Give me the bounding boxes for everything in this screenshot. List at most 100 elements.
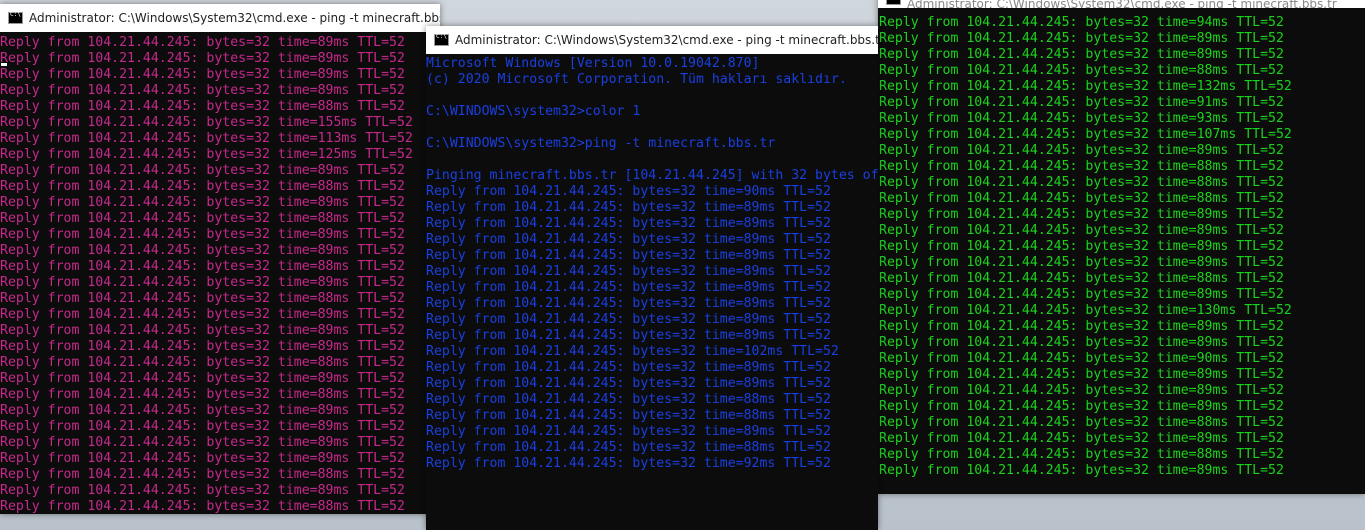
terminal-line: Reply from 104.21.44.245: bytes=32 time=…	[879, 287, 1284, 302]
terminal-line: Reply from 104.21.44.245: bytes=32 time=…	[0, 99, 405, 114]
cmd-window-left[interactable]: Administrator: C:\Windows\System32\cmd.e…	[0, 4, 440, 514]
terminal-line: Reply from 104.21.44.245: bytes=32 time=…	[426, 216, 831, 231]
window-titlebar[interactable]: Administrator: C:\Windows\System32\cmd.e…	[0, 4, 440, 32]
cmd-icon	[434, 33, 449, 46]
cmd-icon	[8, 11, 23, 24]
terminal-line: Reply from 104.21.44.245: bytes=32 time=…	[0, 307, 405, 322]
terminal-line: Reply from 104.21.44.245: bytes=32 time=…	[879, 319, 1284, 334]
terminal-line: Reply from 104.21.44.245: bytes=32 time=…	[879, 79, 1292, 94]
terminal-line: Reply from 104.21.44.245: bytes=32 time=…	[0, 147, 413, 162]
terminal-line: Reply from 104.21.44.245: bytes=32 time=…	[879, 399, 1284, 414]
window-title: Administrator: C:\Windows\System32\cmd.e…	[455, 33, 878, 47]
terminal-line: Reply from 104.21.44.245: bytes=32 time=…	[879, 63, 1284, 78]
terminal-line: Reply from 104.21.44.245: bytes=32 time=…	[0, 467, 405, 482]
terminal-line: Reply from 104.21.44.245: bytes=32 time=…	[879, 47, 1284, 62]
terminal-line: Pinging minecraft.bbs.tr [104.21.44.245]…	[426, 168, 878, 183]
terminal-line: Reply from 104.21.44.245: bytes=32 time=…	[426, 184, 831, 199]
terminal-line: Reply from 104.21.44.245: bytes=32 time=…	[0, 371, 405, 386]
terminal-line: Reply from 104.21.44.245: bytes=32 time=…	[879, 383, 1284, 398]
terminal-line: Reply from 104.21.44.245: bytes=32 time=…	[426, 344, 839, 359]
terminal-line: Reply from 104.21.44.245: bytes=32 time=…	[879, 351, 1284, 366]
terminal-line: Reply from 104.21.44.245: bytes=32 time=…	[879, 431, 1284, 446]
terminal-line: Reply from 104.21.44.245: bytes=32 time=…	[0, 323, 405, 338]
terminal-line: Reply from 104.21.44.245: bytes=32 time=…	[426, 280, 831, 295]
terminal-line: C:\WINDOWS\system32>ping -t minecraft.bb…	[426, 136, 776, 151]
terminal-line: Reply from 104.21.44.245: bytes=32 time=…	[0, 435, 405, 450]
terminal-line: Reply from 104.21.44.245: bytes=32 time=…	[426, 360, 831, 375]
terminal-line: Reply from 104.21.44.245: bytes=32 time=…	[426, 328, 831, 343]
terminal-line: C:\WINDOWS\system32>color 1	[426, 104, 641, 119]
terminal-line: Reply from 104.21.44.245: bytes=32 time=…	[0, 163, 405, 178]
terminal-line: Reply from 104.21.44.245: bytes=32 time=…	[426, 408, 831, 423]
terminal-line: Reply from 104.21.44.245: bytes=32 time=…	[879, 159, 1284, 174]
terminal-line: Reply from 104.21.44.245: bytes=32 time=…	[0, 387, 405, 402]
terminal-line: Reply from 104.21.44.245: bytes=32 time=…	[0, 339, 405, 354]
terminal-line: Reply from 104.21.44.245: bytes=32 time=…	[426, 312, 831, 327]
terminal-line: Reply from 104.21.44.245: bytes=32 time=…	[426, 456, 831, 471]
terminal-line: Reply from 104.21.44.245: bytes=32 time=…	[879, 127, 1292, 142]
terminal-output[interactable]: Microsoft Windows [Version 10.0.19042.87…	[426, 56, 878, 472]
terminal-line: Reply from 104.21.44.245: bytes=32 time=…	[0, 275, 405, 290]
terminal-line: (c) 2020 Microsoft Corporation. Tüm hakl…	[426, 72, 847, 87]
terminal-line: Reply from 104.21.44.245: bytes=32 time=…	[0, 451, 405, 466]
terminal-line: Reply from 104.21.44.245: bytes=32 time=…	[879, 111, 1284, 126]
terminal-line: Microsoft Windows [Version 10.0.19042.87…	[426, 56, 760, 71]
terminal-line: Reply from 104.21.44.245: bytes=32 time=…	[426, 440, 831, 455]
terminal-line: Reply from 104.21.44.245: bytes=32 time=…	[426, 232, 831, 247]
terminal-line: Reply from 104.21.44.245: bytes=32 time=…	[879, 447, 1284, 462]
terminal-line: Reply from 104.21.44.245: bytes=32 time=…	[879, 31, 1284, 46]
terminal-line: Reply from 104.21.44.245: bytes=32 time=…	[426, 376, 831, 391]
terminal-line: Reply from 104.21.44.245: bytes=32 time=…	[0, 355, 405, 370]
terminal-line: Reply from 104.21.44.245: bytes=32 time=…	[0, 291, 405, 306]
terminal-line: Reply from 104.21.44.245: bytes=32 time=…	[0, 499, 405, 514]
terminal-line: Reply from 104.21.44.245: bytes=32 time=…	[0, 131, 413, 146]
terminal-line: Reply from 104.21.44.245: bytes=32 time=…	[0, 67, 405, 82]
terminal-line: Reply from 104.21.44.245: bytes=32 time=…	[426, 200, 831, 215]
terminal-line: Reply from 104.21.44.245: bytes=32 time=…	[0, 483, 405, 498]
terminal-line: Reply from 104.21.44.245: bytes=32 time=…	[879, 367, 1284, 382]
terminal-line: Reply from 104.21.44.245: bytes=32 time=…	[879, 191, 1284, 206]
terminal-line: Reply from 104.21.44.245: bytes=32 time=…	[879, 255, 1284, 270]
terminal-line: Reply from 104.21.44.245: bytes=32 time=…	[879, 239, 1284, 254]
terminal-line: Reply from 104.21.44.245: bytes=32 time=…	[426, 392, 831, 407]
terminal-line: Reply from 104.21.44.245: bytes=32 time=…	[426, 264, 831, 279]
terminal-line: Reply from 104.21.44.245: bytes=32 time=…	[0, 179, 405, 194]
terminal-line: Reply from 104.21.44.245: bytes=32 time=…	[879, 415, 1284, 430]
terminal-line: Reply from 104.21.44.245: bytes=32 time=…	[879, 175, 1284, 190]
terminal-line: Reply from 104.21.44.245: bytes=32 time=…	[879, 463, 1284, 478]
terminal-line: Reply from 104.21.44.245: bytes=32 time=…	[0, 195, 405, 210]
terminal-line: Reply from 104.21.44.245: bytes=32 time=…	[879, 271, 1284, 286]
terminal-line: Reply from 104.21.44.245: bytes=32 time=…	[0, 419, 405, 434]
terminal-line: Reply from 104.21.44.245: bytes=32 time=…	[879, 15, 1284, 30]
terminal-line: Reply from 104.21.44.245: bytes=32 time=…	[879, 335, 1284, 350]
text-cursor	[1, 63, 7, 66]
terminal-line: Reply from 104.21.44.245: bytes=32 time=…	[879, 207, 1284, 222]
terminal-line: Reply from 104.21.44.245: bytes=32 time=…	[879, 303, 1292, 318]
terminal-output[interactable]: Reply from 104.21.44.245: bytes=32 time=…	[879, 15, 1365, 479]
terminal-line: Reply from 104.21.44.245: bytes=32 time=…	[426, 248, 831, 263]
window-title: Administrator: C:\Windows\System32\cmd.e…	[907, 0, 1337, 8]
terminal-line: Reply from 104.21.44.245: bytes=32 time=…	[0, 83, 405, 98]
terminal-line: Reply from 104.21.44.245: bytes=32 time=…	[0, 227, 405, 242]
window-title: Administrator: C:\Windows\System32\cmd.e…	[29, 11, 440, 25]
terminal-line: Reply from 104.21.44.245: bytes=32 time=…	[0, 243, 405, 258]
cmd-window-right[interactable]: Administrator: C:\Windows\System32\cmd.e…	[878, 0, 1365, 494]
window-titlebar[interactable]: Administrator: C:\Windows\System32\cmd.e…	[426, 26, 878, 54]
terminal-line: Reply from 104.21.44.245: bytes=32 time=…	[879, 95, 1284, 110]
terminal-line: Reply from 104.21.44.245: bytes=32 time=…	[0, 51, 405, 66]
terminal-line: Reply from 104.21.44.245: bytes=32 time=…	[426, 424, 831, 439]
terminal-line: Reply from 104.21.44.245: bytes=32 time=…	[879, 143, 1284, 158]
window-titlebar[interactable]: Administrator: C:\Windows\System32\cmd.e…	[878, 0, 1365, 8]
terminal-line: Reply from 104.21.44.245: bytes=32 time=…	[0, 259, 405, 274]
terminal-line: Reply from 104.21.44.245: bytes=32 time=…	[0, 211, 405, 226]
terminal-line: Reply from 104.21.44.245: bytes=32 time=…	[0, 403, 405, 418]
cmd-icon	[886, 0, 901, 5]
terminal-line: Reply from 104.21.44.245: bytes=32 time=…	[0, 115, 413, 130]
terminal-line: Reply from 104.21.44.245: bytes=32 time=…	[879, 223, 1284, 238]
terminal-line: Reply from 104.21.44.245: bytes=32 time=…	[426, 296, 831, 311]
cmd-window-middle[interactable]: Administrator: C:\Windows\System32\cmd.e…	[426, 26, 878, 530]
terminal-output[interactable]: Reply from 104.21.44.245: bytes=32 time=…	[0, 35, 440, 514]
